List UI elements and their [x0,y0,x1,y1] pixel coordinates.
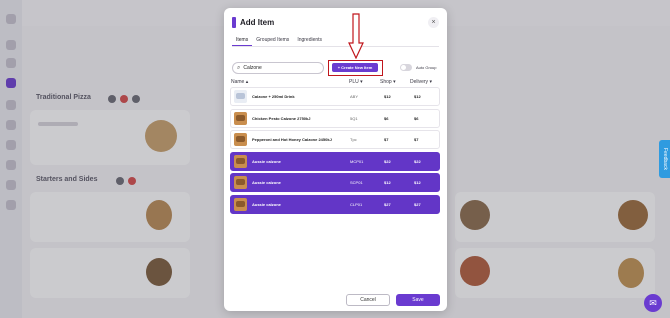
item-delivery-price: $7 [414,137,419,142]
item-thumbnail [234,111,247,125]
item-delivery-price: $12 [414,94,421,99]
item-plu: Tpc [350,137,357,142]
item-plu: ABY [350,94,359,99]
auto-group-label: Auto Group [416,65,437,70]
search-box: ⌕ [232,62,324,74]
chat-icon: ✉ [649,298,657,308]
modal-header: Add Item × [232,14,439,30]
modal-tabs: Items Grouped Items Ingredients [232,35,439,47]
item-delivery-price: $12 [414,180,421,185]
feedback-tab[interactable]: Feedback [659,140,670,178]
item-shop-price: $12 [384,94,391,99]
column-header-name[interactable]: Name ▴ [231,79,248,85]
item-delivery-price: $27 [414,201,421,207]
item-plu: CLP01 [350,201,363,207]
column-header-plu[interactable]: PLU ▾ [349,79,363,85]
create-new-item-highlight: + Create New Item [328,60,383,76]
item-row-selected[interactable]: Aussie calzone SCP01 $12 $12 [230,173,440,192]
item-row-selected[interactable]: Aussie calzone CLP01 $27 $27 [230,194,440,214]
modal-title: Add Item [240,17,275,27]
item-thumbnail [234,133,247,146]
item-name: Pepperoni and Hot Honey Calzone 2450kJ [252,137,332,142]
item-name: Aussie calzone [252,201,281,207]
cancel-button[interactable]: Cancel [346,294,390,306]
close-button[interactable]: × [428,16,439,28]
item-thumbnail [234,176,247,189]
save-button[interactable]: Save [396,294,440,306]
item-list: Calzone + 250ml Drink ABY $12 $12 Chicke… [230,87,440,216]
chat-button[interactable]: ✉ [644,294,662,312]
item-shop-price: $27 [384,201,391,207]
item-name: Aussie calzone [252,158,281,164]
tab-items[interactable]: Items [232,35,253,46]
item-row[interactable]: Chicken Pesto Calzone 2750kJ 5Q1 $6 $6 [230,108,440,128]
item-name: Calzone + 250ml Drink [252,94,295,99]
item-row[interactable]: Calzone + 250ml Drink ABY $12 $12 [230,87,440,106]
item-plu: SCP01 [350,180,363,185]
item-shop-price: $12 [384,180,391,185]
tab-ingredients[interactable]: Ingredients [293,35,326,46]
add-item-modal: Add Item × Items Grouped Items Ingredien… [224,8,447,311]
close-icon: × [431,18,436,26]
item-shop-price: $22 [384,158,391,164]
item-delivery-price: $6 [414,115,419,121]
search-input[interactable] [243,65,314,71]
item-thumbnail [234,154,247,168]
title-accent-bar [232,16,236,28]
item-thumbnail [234,90,247,103]
item-shop-price: $7 [384,137,389,142]
item-delivery-price: $22 [414,158,421,164]
tab-grouped-items[interactable]: Grouped Items [252,35,293,46]
column-header-delivery[interactable]: Delivery ▾ [410,79,432,85]
item-plu: MCP01 [350,158,364,164]
toggle-knob [401,65,406,70]
item-plu: 5Q1 [350,115,358,121]
item-row[interactable]: Pepperoni and Hot Honey Calzone 2450kJ T… [230,130,440,149]
item-shop-price: $6 [384,115,389,121]
create-new-item-button[interactable]: + Create New Item [332,63,378,72]
item-thumbnail [234,197,247,211]
item-name: Aussie calzone [252,180,281,185]
item-name: Chicken Pesto Calzone 2750kJ [252,115,311,121]
item-row-selected[interactable]: Aussie calzone MCP01 $22 $22 [230,151,440,171]
column-header-shop[interactable]: Shop ▾ [380,79,396,85]
search-icon: ⌕ [237,64,241,71]
auto-group-toggle[interactable] [400,64,412,71]
down-arrow-icon [348,13,364,59]
